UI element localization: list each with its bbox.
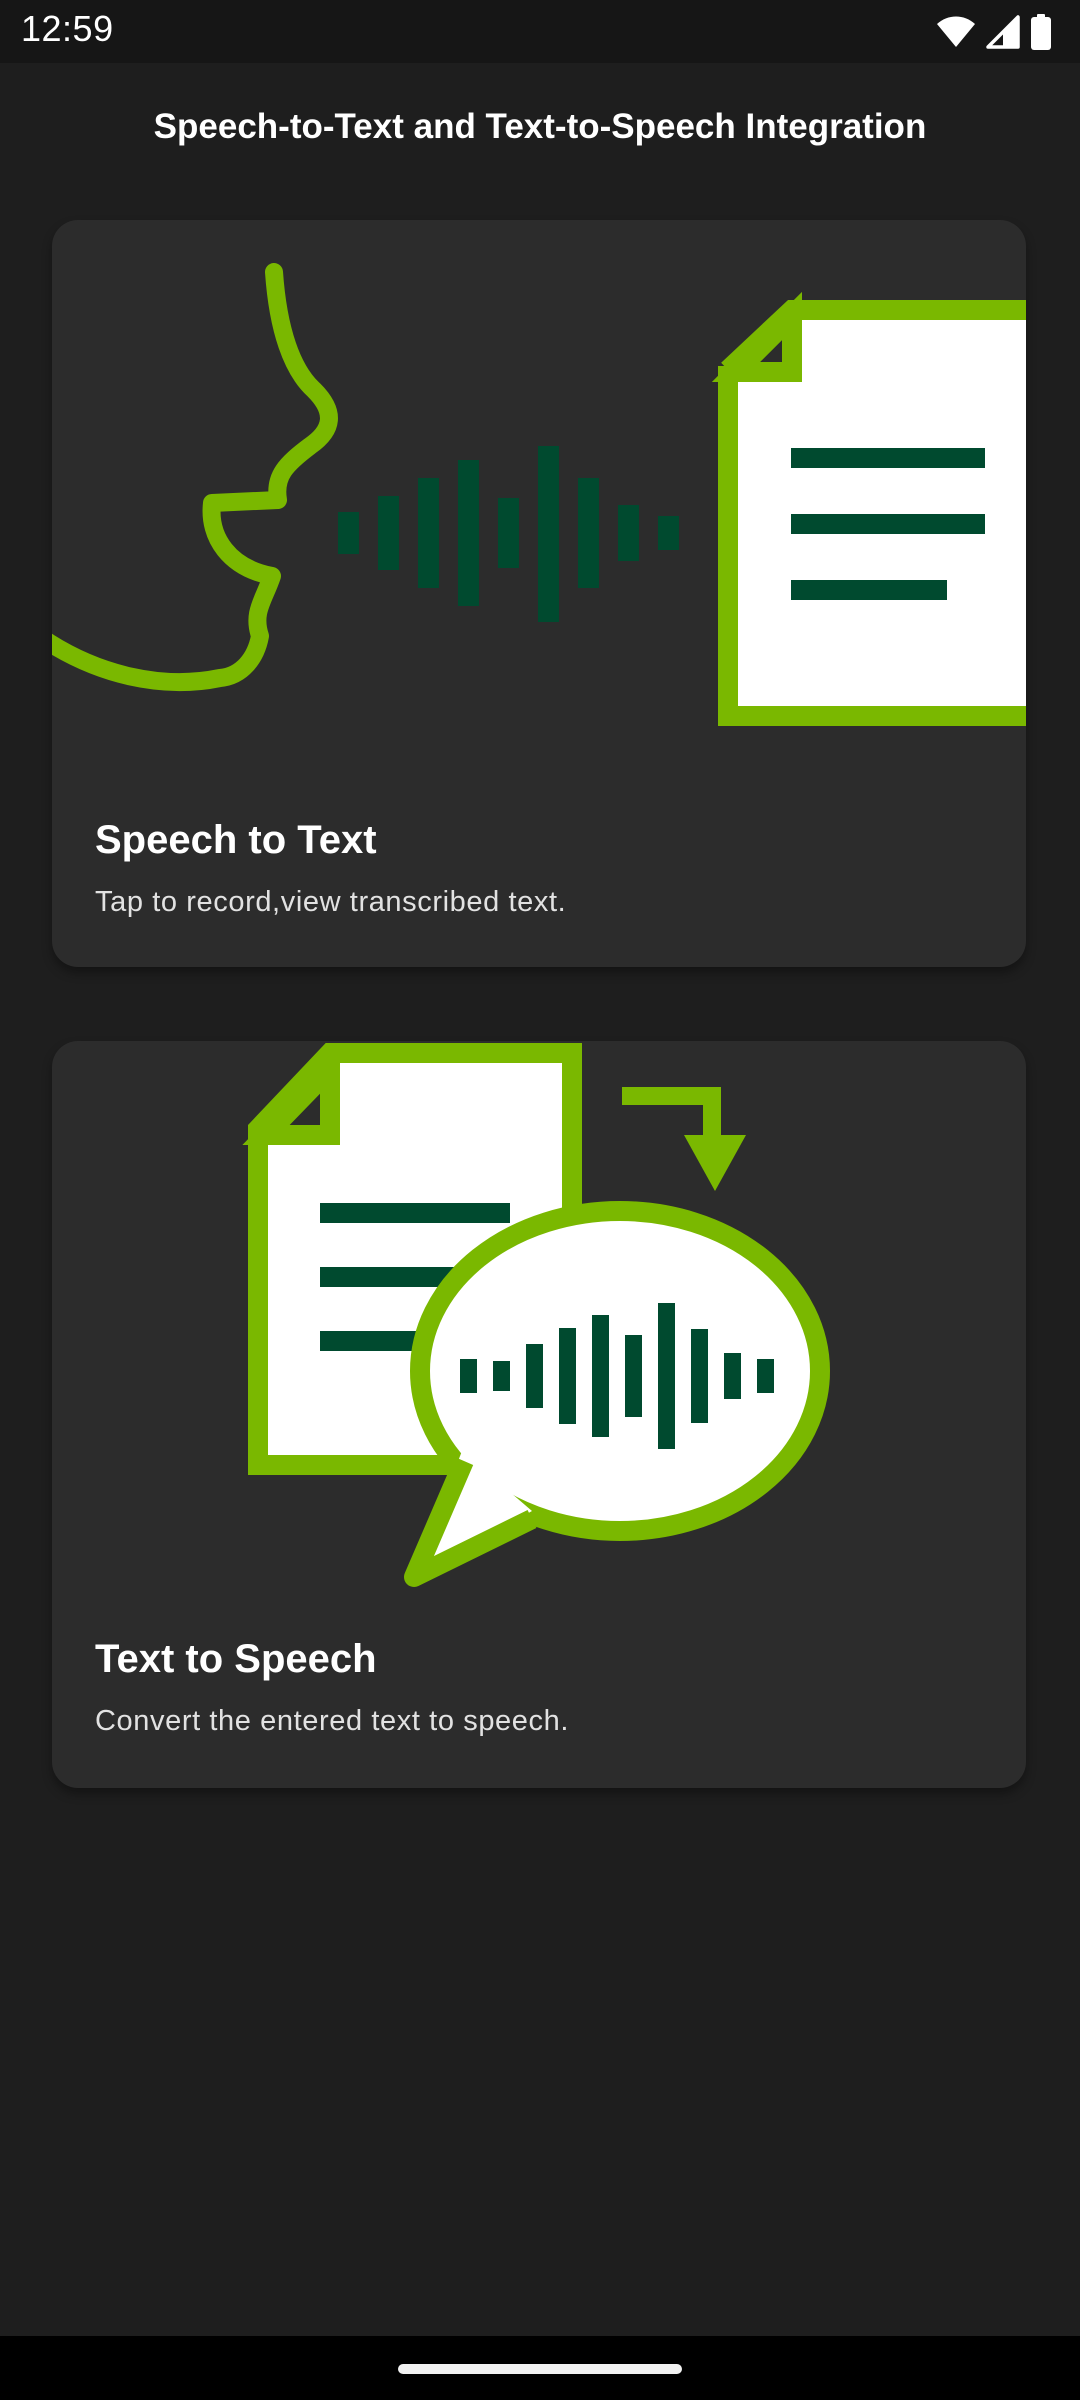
card-title: Speech to Text [95,818,377,862]
status-icons [936,12,1052,52]
status-time: 12:59 [21,8,114,49]
card-description: Tap to record,view transcribed text. [95,886,567,918]
arrow-down-icon [622,1087,746,1191]
battery-icon [1031,14,1051,50]
face-profile-outline [52,263,338,692]
card-title: Text to Speech [95,1637,377,1681]
speech-to-text-illustration [52,263,1026,726]
page-title: Speech-to-Text and Text-to-Speech Integr… [153,107,927,146]
sound-wave [338,446,679,622]
speech-bubble-icon [404,1201,830,1587]
card-description: Convert the entered text to speech. [95,1705,569,1737]
status-bar: 12:59 [0,0,1080,63]
wifi-icon [937,16,975,47]
cellular-signal-icon [986,15,1020,49]
home-indicator[interactable] [398,2364,682,2374]
speech-to-text-card[interactable]: Speech to Text Tap to record,view transc… [52,220,1026,967]
text-to-speech-illustration [242,1043,830,1587]
navigation-bar [0,2336,1080,2400]
document-icon [711,291,1026,726]
text-to-speech-card[interactable]: Text to Speech Convert the entered text … [52,1041,1026,1788]
